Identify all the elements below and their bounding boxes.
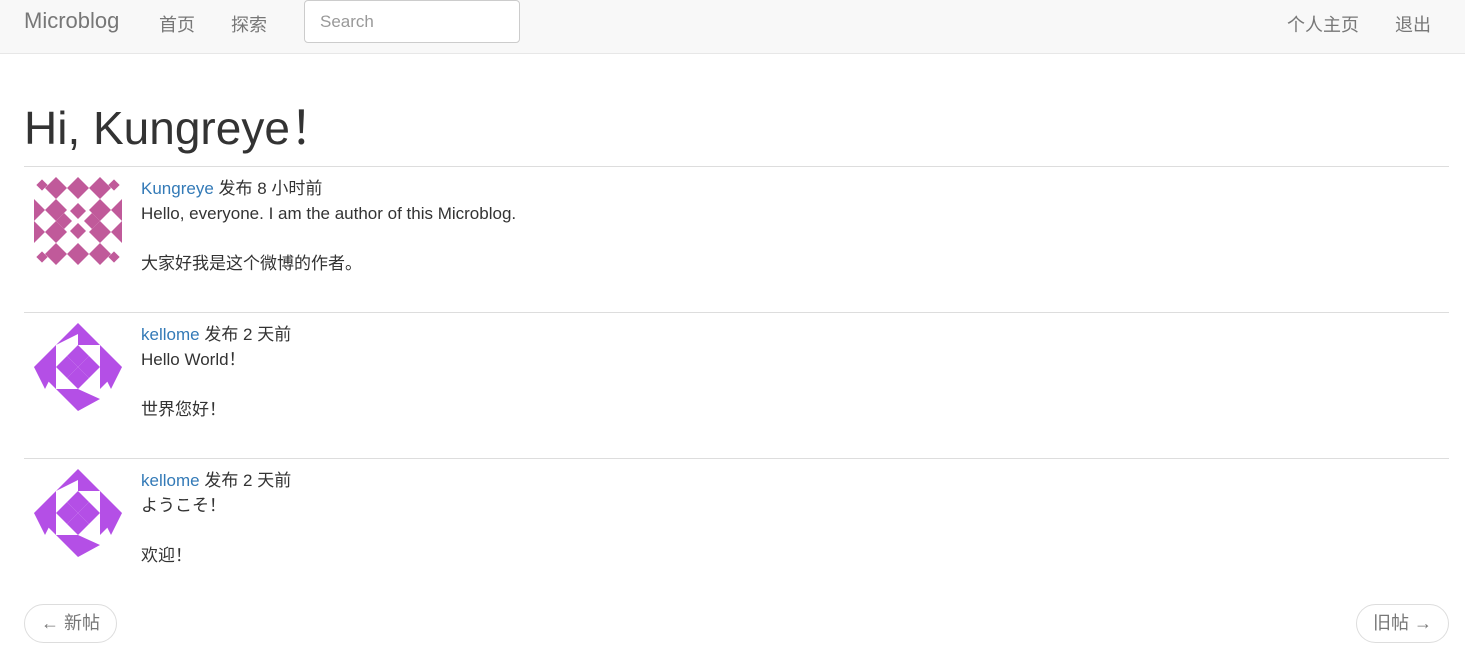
post-time: 发布 2 天前 (199, 471, 292, 490)
post-line: Hello, everyone. I am the author of this… (141, 204, 517, 223)
nav-explore-link[interactable]: 探索 (231, 11, 267, 37)
post-time: 发布 8 小时前 (213, 179, 323, 198)
post-header: kellome 发布 2 天前 (141, 471, 291, 491)
newer-posts-button[interactable]: ← 新帖 (24, 604, 118, 643)
post-header: kellome 发布 2 天前 (141, 325, 291, 345)
nav-logout-link[interactable]: 退出 (1395, 11, 1431, 37)
post-time: 发布 2 天前 (199, 325, 292, 344)
post-author-link[interactable]: kellome (141, 325, 200, 344)
post-body: Hello World！ 世界您好！ (141, 350, 246, 420)
post-line: 大家好我是这个微博的作者。 (141, 254, 362, 273)
nav-home-link[interactable]: 首页 (159, 11, 195, 37)
post-item: kellome 发布 2 天前 Hello World！ 世界您好！ (24, 313, 1449, 453)
top-navbar: Microblog 首页 探索 个人主页 退出 (0, 0, 1465, 54)
brand-link[interactable]: Microblog (24, 8, 119, 34)
page-title: Hi, Kungreye！ (24, 102, 336, 154)
post-line: Hello World！ (141, 350, 246, 369)
older-posts-button[interactable]: 旧帖 → (1355, 604, 1449, 643)
post-body: Hello, everyone. I am the author of this… (141, 204, 516, 274)
post-author-link[interactable]: Kungreye (141, 179, 214, 198)
avatar[interactable] (34, 177, 122, 265)
post-line: ようこそ！ (141, 496, 226, 515)
nav-profile-link[interactable]: 个人主页 (1287, 11, 1359, 37)
avatar[interactable] (34, 323, 122, 411)
search-input[interactable] (304, 0, 520, 43)
post-line: 世界您好！ (141, 400, 226, 419)
post-body: ようこそ！ 欢迎！ (141, 496, 226, 566)
post-item: kellome 发布 2 天前 ようこそ！ 欢迎！ (24, 459, 1449, 599)
post-author-link[interactable]: kellome (141, 471, 200, 490)
post-item: Kungreye 发布 8 小时前 Hello, everyone. I am … (24, 167, 1449, 307)
avatar[interactable] (34, 469, 122, 557)
post-header: Kungreye 发布 8 小时前 (141, 179, 322, 199)
post-line: 欢迎！ (141, 546, 192, 565)
